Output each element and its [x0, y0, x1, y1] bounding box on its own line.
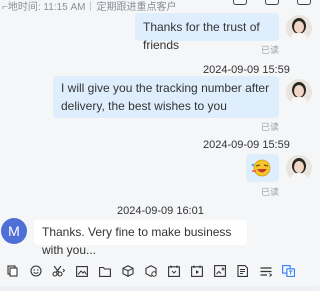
outgoing-message[interactable]: I will give you the tracking number afte…	[53, 76, 279, 118]
image-icon[interactable]	[70, 261, 93, 281]
calendar-icon[interactable]	[162, 261, 185, 281]
read-status: 已读	[261, 45, 280, 55]
message-text: Thanks for the trust of friends	[143, 20, 260, 52]
video-icon[interactable]	[185, 261, 208, 281]
laughing-face-sticker	[251, 159, 271, 177]
read-status: 已读	[261, 187, 280, 197]
header-actions	[233, 0, 311, 5]
message-text: Thanks. Very fine to make business with …	[42, 225, 232, 257]
read-status: 已读	[261, 122, 280, 132]
customer-meta: ⌐地时间: 11:15 AM 定期跟进重点客户	[2, 0, 176, 13]
outgoing-message[interactable]: Thanks for the trust of friends	[135, 13, 279, 52]
action-icon[interactable]	[233, 0, 247, 5]
message-timestamp: 2024-09-09 16:01	[117, 205, 204, 217]
divider	[90, 1, 92, 11]
agent-avatar-photo	[286, 79, 312, 105]
package-icon[interactable]	[116, 261, 139, 281]
photo-add-icon[interactable]	[208, 261, 231, 281]
action-icon[interactable]	[297, 0, 311, 5]
agent-avatar-photo	[286, 155, 312, 181]
agent-avatar[interactable]	[286, 15, 312, 41]
composer-toolbar	[0, 260, 319, 282]
agent-avatar-photo	[286, 15, 312, 41]
action-icon[interactable]	[265, 0, 279, 5]
composer-input-area[interactable]	[0, 286, 319, 291]
customer-avatar[interactable]: M	[1, 218, 27, 244]
copy-icon[interactable]	[1, 261, 24, 281]
product-icon[interactable]	[139, 261, 162, 281]
message-timestamp: 2024-09-09 15:59	[203, 139, 290, 151]
translate-icon[interactable]	[277, 261, 300, 281]
message-timestamp: 2024-09-09 15:59	[203, 64, 290, 76]
quote-icon[interactable]	[231, 261, 254, 281]
customer-tag: 定期跟进重点客户	[96, 2, 177, 13]
incoming-message[interactable]: Thanks. Very fine to make business with …	[34, 220, 247, 257]
emoji-icon[interactable]	[24, 261, 47, 281]
agent-avatar[interactable]	[286, 155, 312, 181]
local-time: 地时间: 11:15 AM	[7, 2, 86, 13]
scissors-icon[interactable]	[47, 261, 70, 281]
agent-avatar[interactable]	[286, 79, 312, 105]
message-text: I will give you the tracking number afte…	[61, 81, 270, 113]
folder-icon[interactable]	[93, 261, 116, 281]
quick-reply-icon[interactable]	[254, 261, 277, 281]
outgoing-sticker-message[interactable]	[246, 154, 279, 182]
